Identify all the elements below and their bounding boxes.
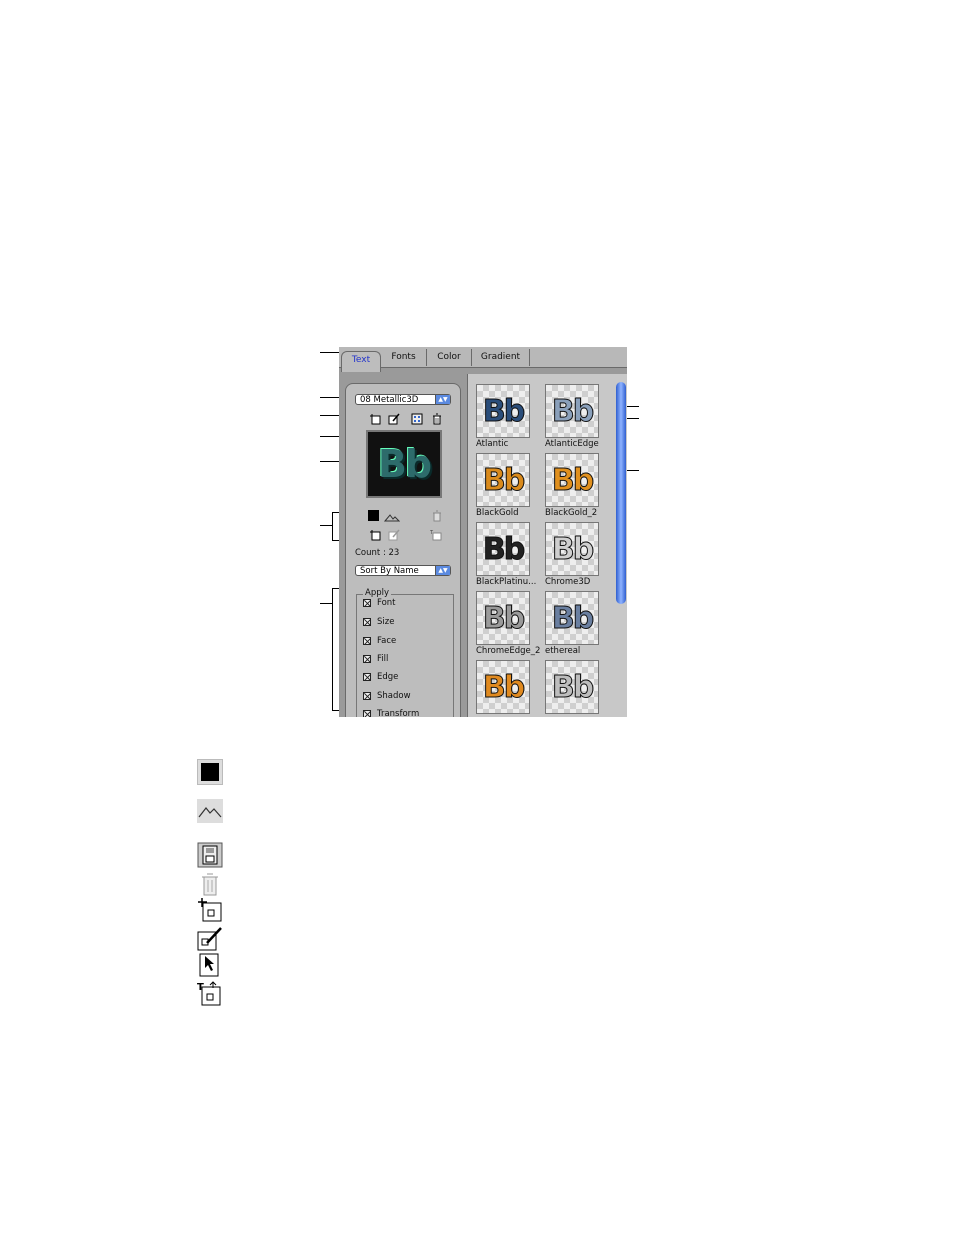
style-thumbnail[interactable]: Bb <box>545 660 599 714</box>
style-controls: 08 Metallic3D ▲▼ Bb T Count: 23 Sort By… <box>345 383 461 717</box>
tab-fonts[interactable]: Fonts <box>381 349 427 366</box>
apply-group: Apply Font Size Face Fill Edge Shadow Tr… <box>356 588 454 717</box>
apply-size-label: Size <box>377 617 395 627</box>
apply-font-label: Font <box>377 598 396 608</box>
style-palette: Text Fonts Color Gradient 08 Metallic3D … <box>339 347 627 717</box>
apply-font-checkbox[interactable] <box>363 599 371 607</box>
color-swatch-icon[interactable] <box>368 510 379 521</box>
landscape-icon[interactable] <box>384 511 400 523</box>
trash-disabled-icon <box>202 873 218 896</box>
apply-face-checkbox[interactable] <box>363 637 371 645</box>
apply-transform-label: Transform <box>377 709 420 717</box>
callout-line <box>320 525 332 526</box>
apply-shadow-label: Shadow <box>377 691 411 701</box>
style-thumbnail[interactable]: Bb <box>476 384 530 438</box>
style-thumbnail-label: AtlanticEdge <box>545 439 599 449</box>
apply-transform-checkbox[interactable] <box>363 710 371 717</box>
apply-size-checkbox[interactable] <box>363 618 371 626</box>
chevron-updown-icon: ▲▼ <box>435 566 450 575</box>
callout-line <box>332 512 333 540</box>
vertical-scrollbar[interactable] <box>616 382 626 604</box>
style-thumbnail[interactable]: Bb <box>476 591 530 645</box>
color-swatch-icon <box>197 759 223 785</box>
edit-style-icon[interactable] <box>388 413 400 425</box>
sort-popup[interactable]: Sort By Name ▲▼ <box>355 565 451 576</box>
landscape-icon <box>197 799 223 823</box>
chevron-updown-icon: ▲▼ <box>435 395 450 404</box>
apply-fill-checkbox[interactable] <box>363 655 371 663</box>
style-thumbnail-label: BlackGold_2 <box>545 508 598 518</box>
style-thumbnail-label: ChromeEdge_2 <box>476 646 541 656</box>
style-thumbnail-label: BlackPlatinu... <box>476 577 537 587</box>
apply-face-label: Face <box>377 636 397 646</box>
trash-icon[interactable] <box>431 413 443 425</box>
new-style-icon[interactable] <box>369 413 381 425</box>
style-thumbnail[interactable]: Bb <box>476 660 530 714</box>
text-style-icon: T <box>197 981 221 1006</box>
style-set-popup[interactable]: 08 Metallic3D ▲▼ <box>355 394 451 405</box>
new-icon[interactable] <box>369 529 381 541</box>
style-thumbnail-label: Atlantic <box>476 439 509 449</box>
tab-text[interactable]: Text <box>341 351 381 372</box>
apply-shadow-checkbox[interactable] <box>363 692 371 700</box>
style-preview: Bb <box>366 430 442 498</box>
tab-color[interactable]: Color <box>427 349 472 366</box>
sort-value: Sort By Name <box>360 566 419 576</box>
text-style-icon[interactable]: T <box>430 529 442 541</box>
tab-gradient[interactable]: Gradient <box>472 349 530 366</box>
style-thumbnail[interactable]: Bb <box>545 522 599 576</box>
style-thumbnails: Bb Atlantic Bb AtlanticEdge Bb BlackGold Bb Bla… <box>467 374 627 717</box>
style-set-value: 08 Metallic3D <box>360 395 419 405</box>
trash-disabled-icon <box>433 510 441 522</box>
edit-icon[interactable] <box>388 529 400 541</box>
edit-icon <box>197 927 222 951</box>
svg-text:T: T <box>197 982 204 993</box>
style-thumbnail[interactable]: Bb <box>545 384 599 438</box>
style-thumbnail-label: Chrome3D <box>545 577 591 587</box>
callout-line <box>332 588 333 710</box>
style-thumbnail[interactable]: Bb <box>476 453 530 507</box>
save-icon <box>197 842 223 868</box>
style-thumbnail-label: ethereal <box>545 646 581 656</box>
style-thumbnail[interactable]: Bb <box>545 453 599 507</box>
style-thumbnail[interactable]: Bb <box>476 522 530 576</box>
apply-fill-label: Fill <box>377 654 389 664</box>
grid-icon[interactable] <box>411 413 423 425</box>
count-label: Count : 23 <box>355 548 400 558</box>
tab-bar: Text Fonts Color Gradient <box>339 347 627 372</box>
apply-edge-checkbox[interactable] <box>363 673 371 681</box>
select-icon <box>199 953 219 977</box>
apply-edge-label: Edge <box>377 672 399 682</box>
apply-title: Apply <box>363 588 391 598</box>
new-icon <box>198 898 222 922</box>
callout-line <box>320 603 332 604</box>
style-thumbnail-label: BlackGold <box>476 508 519 518</box>
style-thumbnail[interactable]: Bb <box>545 591 599 645</box>
